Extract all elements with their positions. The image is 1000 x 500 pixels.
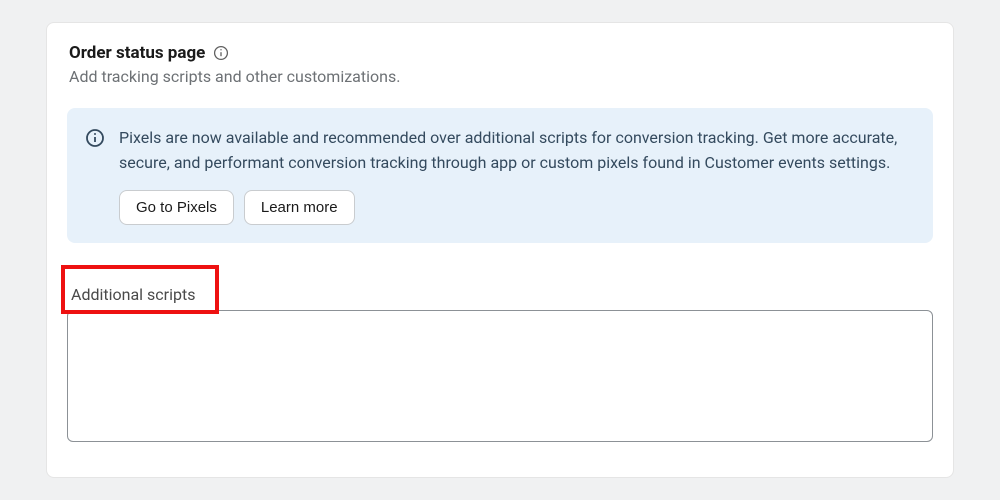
- banner-message: Pixels are now available and recommended…: [119, 126, 913, 176]
- learn-more-button[interactable]: Learn more: [244, 190, 355, 225]
- info-icon[interactable]: [213, 45, 229, 61]
- additional-scripts-textarea[interactable]: [67, 310, 933, 442]
- order-status-card: Order status page Add tracking scripts a…: [46, 22, 954, 478]
- pixels-banner: Pixels are now available and recommended…: [67, 108, 933, 243]
- additional-scripts-highlight: Additional scripts: [61, 265, 219, 314]
- page-subtitle: Add tracking scripts and other customiza…: [69, 67, 933, 86]
- banner-buttons: Go to Pixels Learn more: [119, 190, 913, 225]
- go-to-pixels-button[interactable]: Go to Pixels: [119, 190, 234, 225]
- title-row: Order status page: [67, 43, 933, 63]
- additional-scripts-label: Additional scripts: [71, 285, 195, 304]
- page-title: Order status page: [69, 43, 205, 63]
- banner-content: Pixels are now available and recommended…: [119, 126, 913, 225]
- info-icon: [85, 128, 105, 148]
